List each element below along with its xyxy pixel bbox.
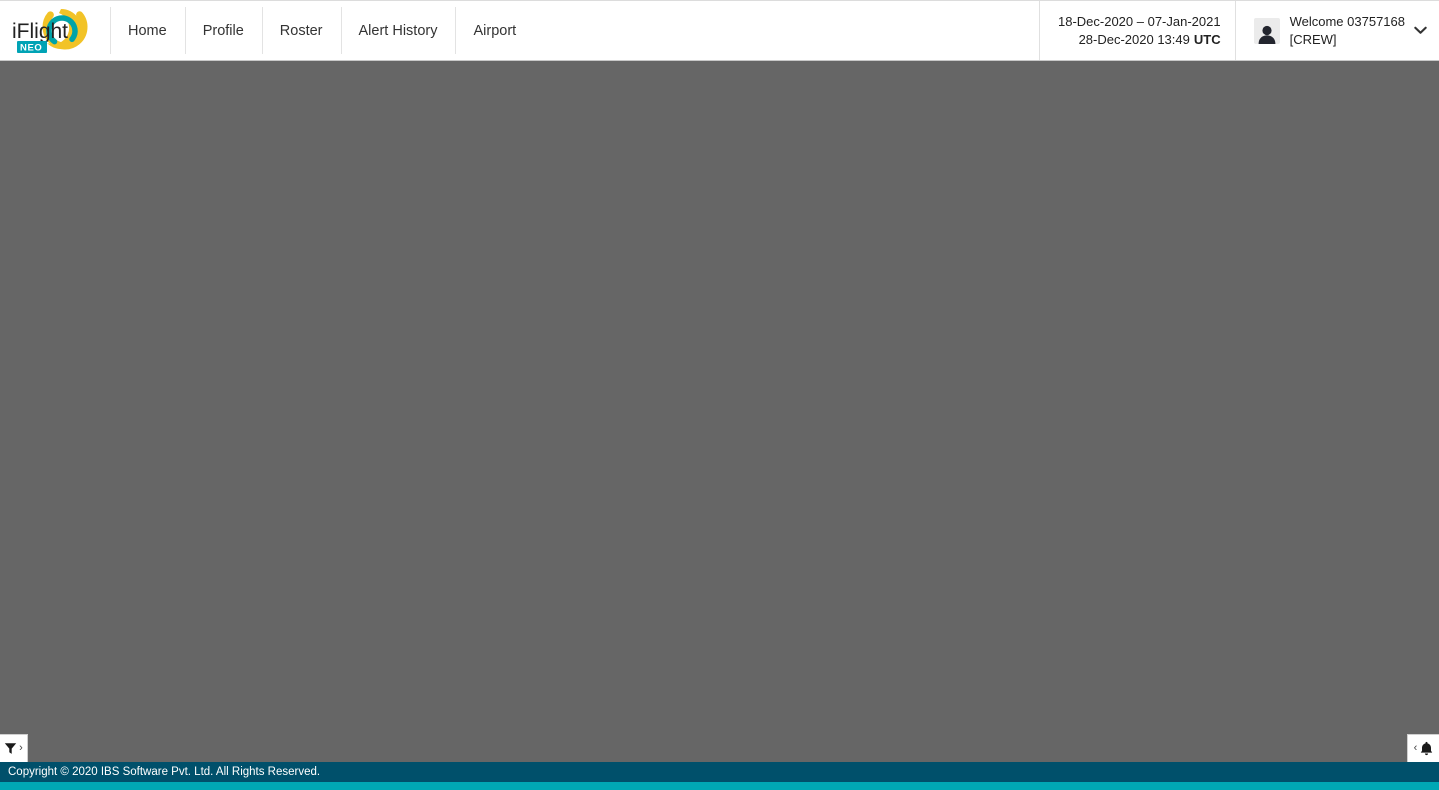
notification-panel-toggle[interactable]: ‹ <box>1407 734 1439 762</box>
nav-item-home[interactable]: Home <box>110 1 185 60</box>
nav-item-label: Home <box>128 22 167 39</box>
user-menu[interactable]: Welcome 03757168 [CREW] <box>1234 1 1439 60</box>
svg-text:NEO: NEO <box>20 42 42 53</box>
nav-item-airport[interactable]: Airport <box>455 1 534 60</box>
nav-item-label: Profile <box>202 22 244 39</box>
nav-item-alert-history[interactable]: Alert History <box>340 1 456 60</box>
footer-accent-strip <box>0 782 1439 790</box>
nav-item-profile[interactable]: Profile <box>184 1 262 60</box>
user-role-label: [CREW] <box>1289 31 1337 47</box>
timezone-label: UTC <box>1193 31 1221 47</box>
nav-item-label: Roster <box>279 22 323 39</box>
filter-funnel-icon <box>4 743 17 754</box>
bell-icon <box>1421 741 1433 756</box>
chevron-down-icon[interactable] <box>1411 26 1429 35</box>
svg-text:iFlight: iFlight <box>12 20 68 43</box>
chevron-left-icon: ‹ <box>1413 742 1418 754</box>
nav-item-roster[interactable]: Roster <box>261 1 341 60</box>
timestamp-value: 28-Dec-2020 13:49 <box>1078 31 1190 47</box>
nav-item-label: Alert History <box>358 22 438 39</box>
main-navigation: Home Profile Roster Alert History Airpor… <box>110 1 534 60</box>
iflight-neo-logo-icon: iFlight NEO <box>12 3 88 53</box>
nav-item-label: Airport <box>473 22 517 39</box>
brand-logo[interactable]: iFlight NEO <box>0 1 110 60</box>
filter-panel-toggle[interactable]: › <box>0 734 28 762</box>
main-content-area: › ‹ <box>0 61 1439 762</box>
header-spacer <box>534 1 1039 60</box>
datetime-block: 18-Dec-2020 – 07-Jan-2021 28-Dec-2020 13… <box>1038 1 1235 60</box>
copyright-text: Copyright © 2020 IBS Software Pvt. Ltd. … <box>8 766 321 778</box>
date-range: 18-Dec-2020 – 07-Jan-2021 <box>1057 13 1221 29</box>
welcome-label: Welcome 03757168 <box>1289 13 1405 29</box>
app-header: iFlight NEO Home Profile Roster Alert Hi… <box>0 0 1439 61</box>
user-avatar-icon <box>1253 17 1280 44</box>
chevron-right-icon: › <box>19 742 23 754</box>
application-window: iFlight NEO Home Profile Roster Alert Hi… <box>0 0 1439 790</box>
logo-wrap: iFlight NEO <box>9 3 101 59</box>
user-text: Welcome 03757168 [CREW] <box>1290 13 1405 49</box>
app-footer: Copyright © 2020 IBS Software Pvt. Ltd. … <box>0 762 1439 782</box>
avatar-silhouette-icon <box>1258 25 1275 44</box>
current-timestamp: 28-Dec-2020 13:49 UTC <box>1079 31 1221 49</box>
chevron-down-glyph <box>1413 26 1427 34</box>
